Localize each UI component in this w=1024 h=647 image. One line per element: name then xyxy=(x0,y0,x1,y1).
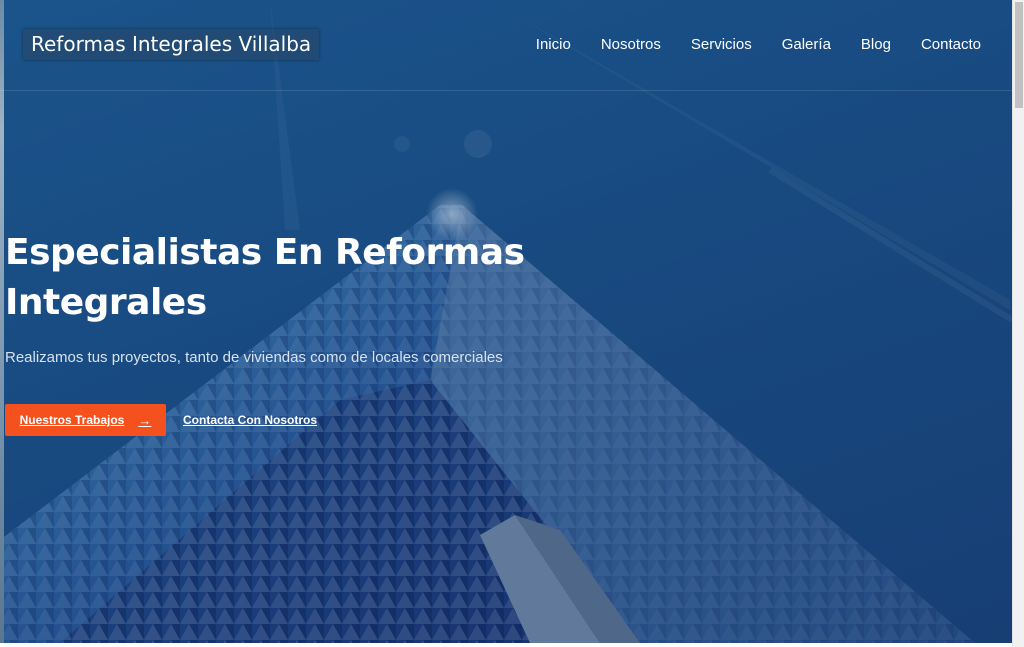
nav-item-contacto[interactable]: Contacto xyxy=(921,35,981,55)
nav-item-blog[interactable]: Blog xyxy=(861,35,891,55)
nuestros-trabajos-button[interactable]: Nuestros Trabajos → xyxy=(5,404,166,436)
hero-section: Reformas Integrales Villalba Inicio Noso… xyxy=(0,0,1012,643)
page-scrollbar[interactable] xyxy=(1012,0,1024,647)
hero-title: Especialistas En Reformas Integrales xyxy=(5,232,525,323)
nav-item-galeria[interactable]: Galería xyxy=(782,35,831,55)
site-header: Reformas Integrales Villalba Inicio Noso… xyxy=(0,0,1012,91)
scrollbar-thumb[interactable] xyxy=(1015,2,1023,108)
nav-item-servicios[interactable]: Servicios xyxy=(691,35,752,55)
browser-viewport: Reformas Integrales Villalba Inicio Noso… xyxy=(0,0,1012,647)
main-nav: Inicio Nosotros Servicios Galería Blog C… xyxy=(506,35,981,55)
left-edge-strip xyxy=(0,0,4,643)
section-divider xyxy=(0,643,1012,647)
nav-item-nosotros[interactable]: Nosotros xyxy=(601,35,661,55)
nuestros-trabajos-label: Nuestros Trabajos xyxy=(19,413,125,427)
hero-subtitle: Realizamos tus proyectos, tanto de vivie… xyxy=(5,349,503,366)
arrow-right-icon: → xyxy=(138,412,152,428)
contacta-button[interactable]: Contacta Con Nosotros xyxy=(183,404,317,436)
site-logo[interactable]: Reformas Integrales Villalba xyxy=(23,29,320,60)
nav-item-inicio[interactable]: Inicio xyxy=(536,35,571,55)
